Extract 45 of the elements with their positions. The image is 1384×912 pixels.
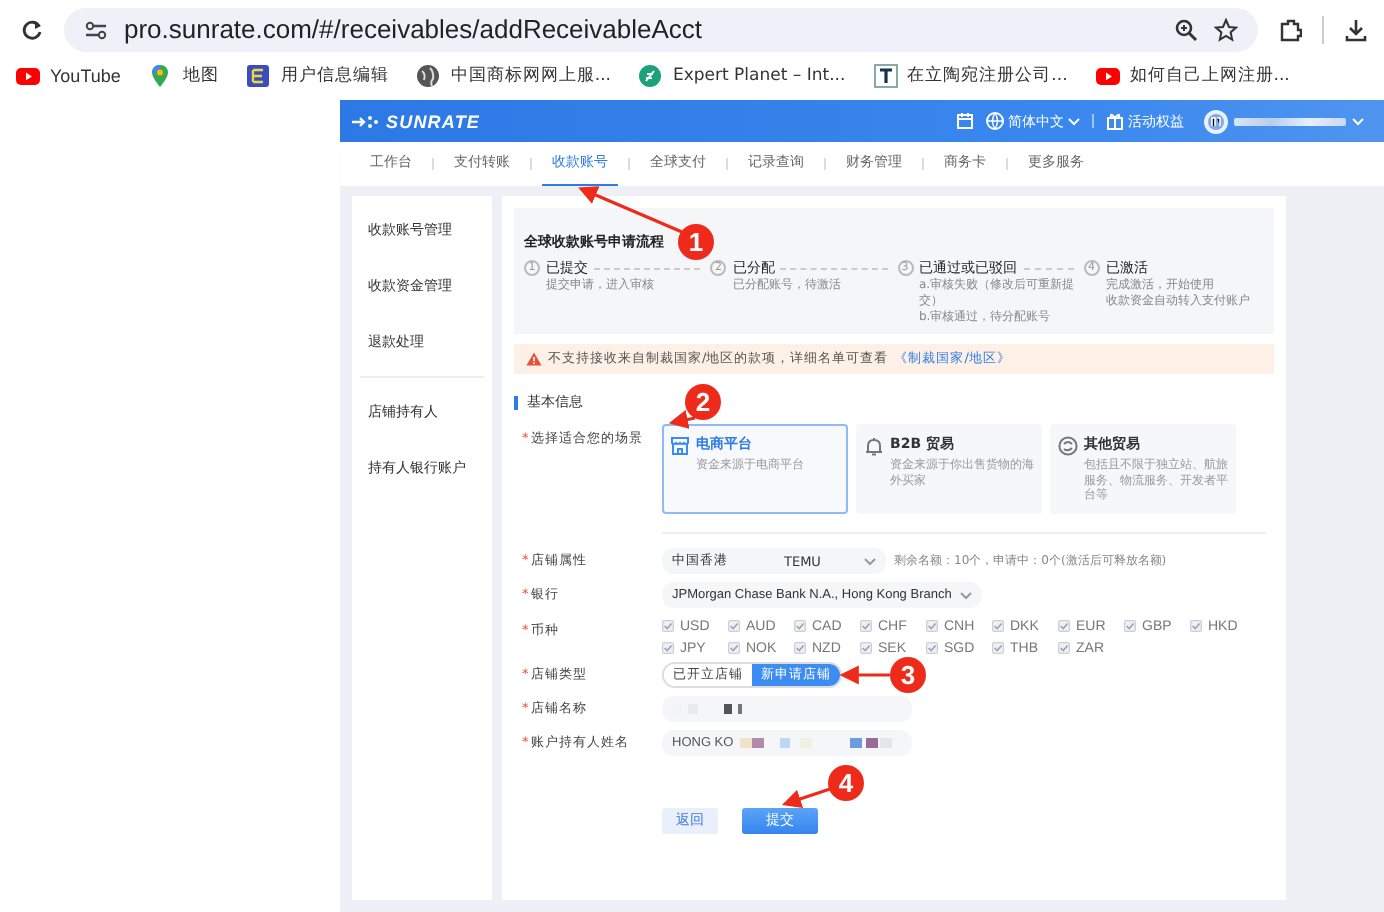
globe-icon <box>986 112 1004 130</box>
warning-icon <box>526 352 542 366</box>
annotation-arrow <box>668 410 696 429</box>
bookmark-link[interactable]: Expert Planet – Int... <box>638 64 846 88</box>
step-marker: 1 <box>678 224 714 260</box>
youtube-play-icon <box>16 64 40 88</box>
zoom-icon <box>1174 17 1198 41</box>
map-pin-icon <box>148 64 173 88</box>
annotation-arrow <box>781 787 831 809</box>
storefront-icon <box>670 436 690 456</box>
download-icon <box>1344 17 1368 41</box>
extensions-icon <box>1278 17 1302 41</box>
logo-mark-icon <box>352 113 380 129</box>
redacted-name <box>1234 117 1346 125</box>
step-marker: 4 <box>828 765 864 801</box>
address-bar[interactable]: pro.sunrate.com/#/receivables/addReceivableAcct <box>64 7 1258 51</box>
bookmark-link[interactable]: YouTube <box>16 64 121 88</box>
bookmark-link[interactable]: 在立陶宛注册公司... <box>873 64 1068 88</box>
chevron-icon <box>960 591 972 599</box>
site-settings-icon <box>84 17 108 41</box>
bell-icon <box>864 436 884 456</box>
calendar-icon <box>956 112 974 130</box>
circle-icon <box>1058 436 1078 456</box>
bookmark-link[interactable]: 如何自己上网注册... <box>1095 64 1290 88</box>
bookmark-link[interactable]: 地图 <box>148 64 219 88</box>
bookmark-link[interactable]: 用户信息编辑 <box>246 64 389 88</box>
step-marker: 3 <box>890 657 926 693</box>
gift-icon <box>1106 112 1124 130</box>
chevron-icon <box>864 557 876 565</box>
app-icon <box>246 64 271 88</box>
caret-icon <box>1068 117 1080 125</box>
store-name-field[interactable] <box>662 696 912 722</box>
reload-icon <box>20 17 44 41</box>
caret-icon <box>1352 117 1364 125</box>
annotation-arrow <box>839 665 890 685</box>
step-marker: 2 <box>685 384 721 420</box>
globe-icon <box>416 64 441 88</box>
brand-logo: SUNRATE <box>386 111 481 131</box>
annotation-arrow <box>578 186 683 234</box>
url-text: pro.sunrate.com/#/receivables/addReceivableAcct <box>124 14 703 44</box>
avatar-icon <box>1204 109 1228 133</box>
star-icon <box>1214 17 1238 41</box>
bookmark-link[interactable]: 中国商标网网上服... <box>416 64 611 88</box>
document-icon <box>873 64 898 88</box>
youtube-play-icon <box>1095 64 1120 88</box>
